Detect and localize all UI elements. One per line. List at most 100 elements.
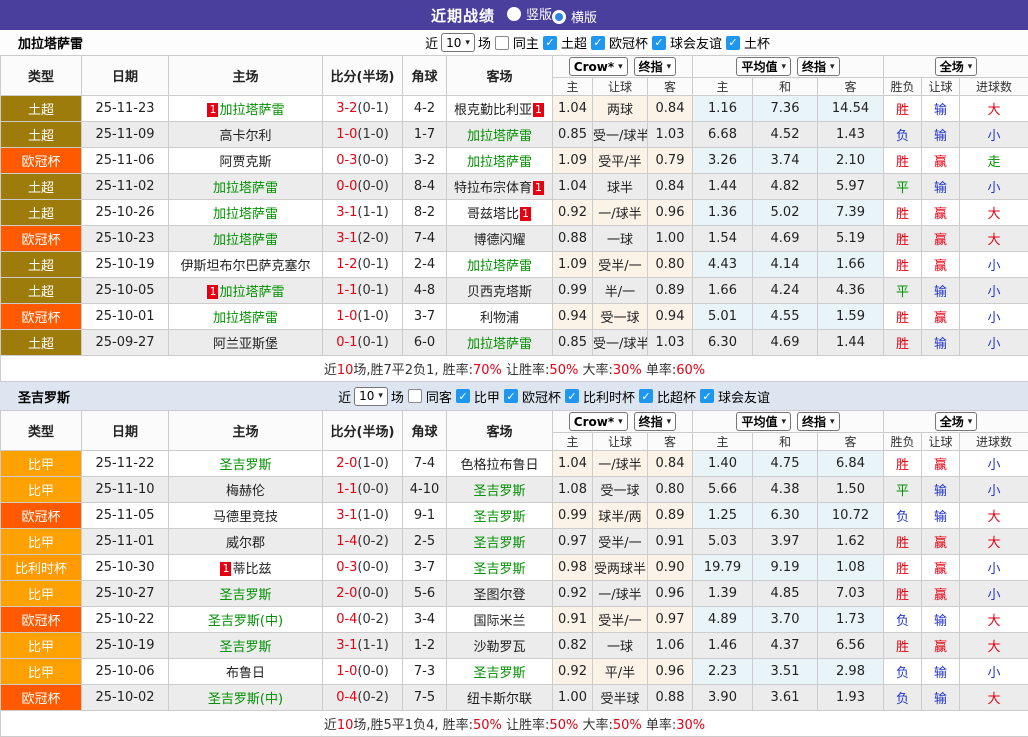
avg-draw: 3.61 — [753, 685, 818, 711]
home-team[interactable]: 加拉塔萨雷 — [169, 226, 323, 252]
average-dropdown[interactable]: 平均值▾ — [736, 57, 791, 76]
home-team[interactable]: 梅赫伦 — [169, 477, 323, 503]
away-team[interactable]: 加拉塔萨雷 — [447, 330, 553, 356]
away-team[interactable]: 纽卡斯尔联 — [447, 685, 553, 711]
home-team-name: 加拉塔萨雷 — [213, 181, 278, 196]
away-team[interactable]: 加拉塔萨雷 — [447, 252, 553, 278]
halftime-score: (1-0) — [357, 127, 388, 142]
home-team[interactable]: 圣吉罗斯(中) — [169, 607, 323, 633]
home-team[interactable]: 圣吉罗斯 — [169, 633, 323, 659]
odds-company-dropdown[interactable]: Crow*▾ — [569, 412, 628, 431]
result-handicap: 赢 — [922, 633, 960, 659]
match-date: 25-11-06 — [82, 148, 169, 174]
match-date: 25-11-02 — [82, 174, 169, 200]
league-checkbox[interactable]: ✓ — [700, 389, 714, 403]
home-team[interactable]: 马德里竞技 — [169, 503, 323, 529]
away-team-name: 国际米兰 — [473, 614, 525, 629]
average-dropdown[interactable]: 平均值▾ — [736, 412, 791, 431]
home-team[interactable]: 圣吉罗斯 — [169, 581, 323, 607]
away-team[interactable]: 根克勤比利亚1 — [447, 96, 553, 122]
type-badge: 土超 — [1, 330, 82, 356]
home-team[interactable]: 高卡尔利 — [169, 122, 323, 148]
league-checkbox[interactable]: ✓ — [504, 389, 518, 403]
league-checkbox[interactable]: ✓ — [543, 36, 557, 50]
fullmatch-dropdown[interactable]: 全场▾ — [935, 412, 978, 431]
away-team[interactable]: 圣吉罗斯 — [447, 529, 553, 555]
away-team-name: 沙勒罗瓦 — [473, 640, 525, 655]
match-date: 25-10-06 — [82, 659, 169, 685]
away-team[interactable]: 贝西克塔斯 — [447, 278, 553, 304]
avg-draw: 7.36 — [753, 96, 818, 122]
home-team[interactable]: 1加拉塔萨雷 — [169, 96, 323, 122]
match-count-dropdown[interactable]: 10▾ — [354, 387, 388, 406]
page-title: 近期战绩 — [431, 5, 495, 26]
avg-home: 3.26 — [693, 148, 753, 174]
away-team[interactable]: 特拉布宗体育1 — [447, 174, 553, 200]
home-team[interactable]: 加拉塔萨雷 — [169, 174, 323, 200]
home-team[interactable]: 伊斯坦布尔巴萨克塞尔 — [169, 252, 323, 278]
away-team[interactable]: 色格拉布鲁日 — [447, 451, 553, 477]
score: 1-2(0-1) — [323, 252, 403, 278]
away-team[interactable]: 哥兹塔比1 — [447, 200, 553, 226]
home-team[interactable]: 圣吉罗斯 — [169, 451, 323, 477]
layout-radio-option[interactable]: 横版 — [552, 7, 597, 26]
home-team[interactable]: 布鲁日 — [169, 659, 323, 685]
avg-home: 1.54 — [693, 226, 753, 252]
result-goals: 大 — [960, 503, 1028, 529]
result-win: 胜 — [884, 252, 922, 278]
away-team[interactable]: 圣吉罗斯 — [447, 659, 553, 685]
home-team[interactable]: 加拉塔萨雷 — [169, 200, 323, 226]
league-checkbox[interactable]: ✓ — [726, 36, 740, 50]
odds-company-dropdown[interactable]: Crow*▾ — [569, 57, 628, 76]
away-team[interactable]: 圣图尔登 — [447, 581, 553, 607]
avg-home: 1.46 — [693, 633, 753, 659]
away-team[interactable]: 国际米兰 — [447, 607, 553, 633]
summary-segment: 场,胜5平1负4, 胜率: — [353, 718, 473, 733]
league-checkbox[interactable]: ✓ — [652, 36, 666, 50]
match-count-dropdown[interactable]: 10▾ — [441, 33, 475, 52]
final-odds-dropdown[interactable]: 终指▾ — [634, 57, 677, 76]
league-checkbox[interactable]: ✓ — [456, 389, 470, 403]
home-team[interactable]: 圣吉罗斯(中) — [169, 685, 323, 711]
fulltime-score: 2-0 — [336, 456, 357, 471]
odds-home: 1.09 — [553, 252, 593, 278]
home-team[interactable]: 阿贾克斯 — [169, 148, 323, 174]
home-team[interactable]: 1加拉塔萨雷 — [169, 278, 323, 304]
final-odds-dropdown[interactable]: 终指▾ — [634, 412, 677, 431]
away-team[interactable]: 沙勒罗瓦 — [447, 633, 553, 659]
chevron-down-icon: ▾ — [667, 417, 672, 427]
away-team[interactable]: 利物浦 — [447, 304, 553, 330]
handicap: 一/球半 — [593, 200, 648, 226]
avg-home: 1.25 — [693, 503, 753, 529]
home-team[interactable]: 加拉塔萨雷 — [169, 304, 323, 330]
avg-away: 1.93 — [818, 685, 884, 711]
score: 1-4(0-2) — [323, 529, 403, 555]
final-odds-dropdown-2[interactable]: 终指▾ — [797, 412, 840, 431]
away-team[interactable]: 圣吉罗斯 — [447, 503, 553, 529]
result-win: 平 — [884, 174, 922, 200]
handicap: 球半 — [593, 174, 648, 200]
home-team[interactable]: 阿兰亚斯堡 — [169, 330, 323, 356]
same-venue-checkbox[interactable] — [408, 389, 422, 403]
league-checkbox[interactable]: ✓ — [565, 389, 579, 403]
away-team[interactable]: 博德闪耀 — [447, 226, 553, 252]
away-team[interactable]: 圣吉罗斯 — [447, 477, 553, 503]
handicap: 两球 — [593, 96, 648, 122]
radio-icon[interactable] — [552, 10, 566, 24]
final-odds-dropdown-2[interactable]: 终指▾ — [797, 57, 840, 76]
away-team[interactable]: 加拉塔萨雷 — [447, 122, 553, 148]
league-checkbox[interactable]: ✓ — [591, 36, 605, 50]
home-team[interactable]: 威尔郡 — [169, 529, 323, 555]
near-label: 近 — [425, 33, 438, 52]
same-venue-checkbox[interactable] — [495, 36, 509, 50]
home-team-name: 加拉塔萨雷 — [219, 103, 284, 118]
odds-home: 1.09 — [553, 148, 593, 174]
away-team[interactable]: 圣吉罗斯 — [447, 555, 553, 581]
match-count-value: 10 — [446, 36, 461, 50]
layout-radio-option[interactable]: 竖版 — [507, 4, 552, 23]
fullmatch-dropdown[interactable]: 全场▾ — [935, 57, 978, 76]
radio-icon[interactable] — [507, 7, 521, 21]
league-checkbox[interactable]: ✓ — [639, 389, 653, 403]
away-team[interactable]: 加拉塔萨雷 — [447, 148, 553, 174]
home-team[interactable]: 1蒂比兹 — [169, 555, 323, 581]
